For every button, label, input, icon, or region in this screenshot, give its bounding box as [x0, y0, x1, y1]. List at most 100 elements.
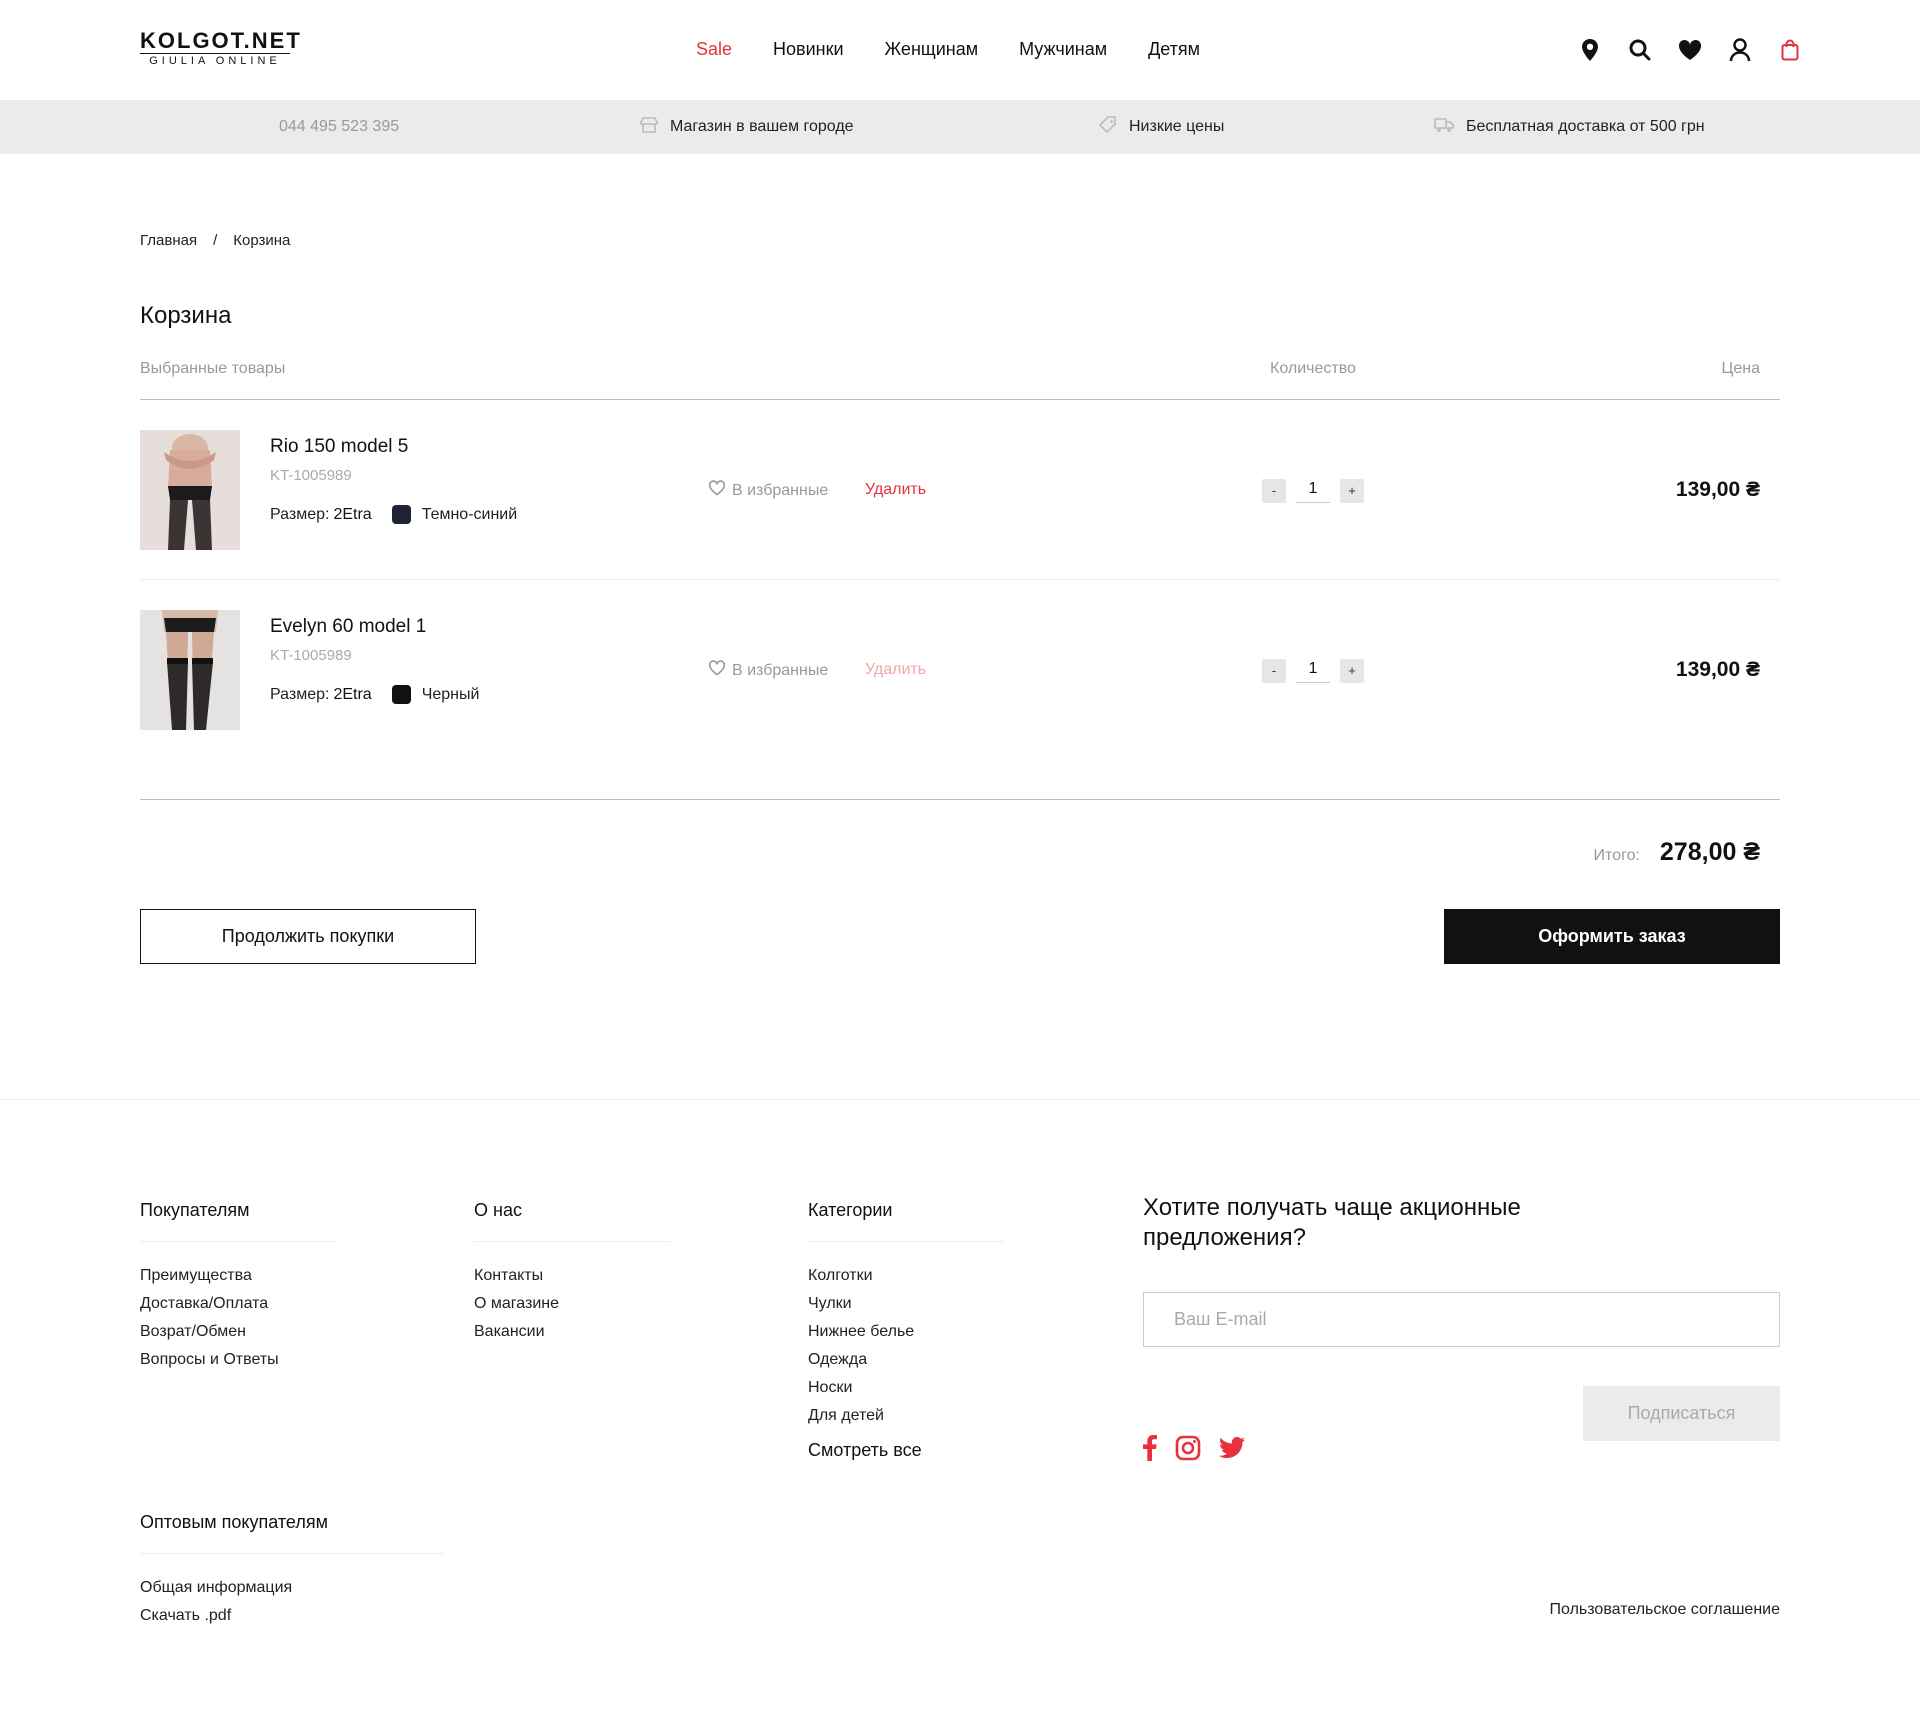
product-sku: KT-1005989 [270, 647, 352, 664]
footer-link[interactable]: Для детей [808, 1402, 1004, 1430]
quantity-value[interactable]: 1 [1296, 658, 1330, 683]
color-name: Черный [421, 685, 480, 703]
logo[interactable]: KOLGOT.NET GIULIA ONLINE [140, 30, 302, 67]
product-thumbnail[interactable] [140, 610, 240, 730]
footer-about: О нас Контакты О магазине Вакансии [474, 1200, 670, 1346]
info-store-label: Магазин в вашем городе [670, 118, 854, 135]
search-icon[interactable] [1615, 36, 1665, 64]
product-attributes: Размер: 2Etra Черный [270, 685, 479, 704]
cart-item: Evelyn 60 model 1 KT-1005989 Размер: 2Et… [140, 580, 1780, 760]
email-field[interactable]: Ваш E-mail [1143, 1292, 1780, 1347]
color-swatch [391, 505, 411, 524]
color-swatch [391, 685, 411, 704]
add-to-favorites-button[interactable]: В избранные [708, 480, 828, 501]
social-links [1143, 1435, 1245, 1466]
heart-outline-icon [708, 480, 726, 501]
subscribe-button[interactable]: Подписаться [1583, 1386, 1780, 1441]
footer-link[interactable]: Скачать .pdf [140, 1602, 444, 1630]
header-icons [1565, 36, 1815, 64]
nav-item-women[interactable]: Женщинам [885, 38, 979, 60]
quantity-stepper: - 1 + [1262, 658, 1364, 683]
item-price: 139,00 ₴ [1675, 478, 1760, 501]
user-icon[interactable] [1715, 36, 1765, 64]
nav-item-kids[interactable]: Детям [1148, 38, 1200, 60]
cart-bag-icon[interactable] [1765, 36, 1815, 64]
place-order-button[interactable]: Оформить заказ [1444, 909, 1780, 964]
info-delivery-label: Бесплатная доставка от 500 грн [1466, 118, 1705, 135]
logo-main-text: KOLGOT.NET [140, 28, 302, 53]
instagram-icon[interactable] [1175, 1435, 1201, 1466]
size-value: 2Etra [333, 685, 372, 703]
quantity-value[interactable]: 1 [1296, 478, 1330, 503]
user-agreement-link[interactable]: Пользовательское соглашение [1550, 1601, 1780, 1619]
quantity-decrease-button[interactable]: - [1262, 478, 1286, 503]
footer-about-title: О нас [474, 1200, 670, 1242]
product-name[interactable]: Evelyn 60 model 1 [270, 616, 426, 638]
footer-categories: Категории Колготки Чулки Нижнее белье Од… [808, 1200, 1004, 1461]
footer-link[interactable]: Колготки [808, 1262, 1004, 1290]
info-prices: Низкие цены [1098, 100, 1225, 154]
total-label: Итого: [1593, 847, 1640, 864]
footer-buyers-title: Покупателям [140, 1200, 336, 1242]
info-store: Магазин в вашем городе [640, 100, 854, 154]
color-name: Темно-синий [421, 505, 518, 523]
footer-link[interactable]: Одежда [808, 1346, 1004, 1374]
footer-link[interactable]: Доставка/Оплата [140, 1290, 336, 1318]
footer-link[interactable]: Вакансии [474, 1318, 670, 1346]
info-delivery: Бесплатная доставка от 500 грн [1434, 100, 1705, 154]
breadcrumb-home[interactable]: Главная [140, 232, 197, 249]
continue-shopping-button[interactable]: Продолжить покупки [140, 909, 476, 964]
product-sku: KT-1005989 [270, 467, 352, 484]
logo-sub-text: GIULIA ONLINE [140, 53, 290, 67]
footer-link[interactable]: Вопросы и Ответы [140, 1346, 336, 1374]
delete-button[interactable]: Удалить [865, 661, 926, 679]
see-all-link[interactable]: Смотреть все [808, 1440, 1004, 1461]
add-to-favorites-button[interactable]: В избранные [708, 660, 828, 681]
footer-link[interactable]: Нижнее белье [808, 1318, 1004, 1346]
footer-link[interactable]: Носки [808, 1374, 1004, 1402]
product-thumbnail[interactable] [140, 430, 240, 550]
cart-item: Rio 150 model 5 KT-1005989 Размер: 2Etra… [140, 400, 1780, 580]
footer-link[interactable]: Преимущества [140, 1262, 336, 1290]
footer-link[interactable]: О магазине [474, 1290, 670, 1318]
quantity-stepper: - 1 + [1262, 478, 1364, 503]
facebook-icon[interactable] [1143, 1435, 1157, 1466]
nav-item-sale[interactable]: Sale [696, 38, 732, 60]
footer-link[interactable]: Контакты [474, 1262, 670, 1290]
delivery-truck-icon [1434, 117, 1454, 138]
location-icon[interactable] [1565, 36, 1615, 64]
quantity-increase-button[interactable]: + [1340, 478, 1364, 503]
size-label: Размер: [270, 505, 330, 523]
breadcrumb-current: Корзина [233, 232, 291, 249]
breadcrumb-separator: / [213, 232, 218, 249]
heart-outline-icon [708, 660, 726, 681]
nav-item-men[interactable]: Мужчинам [1019, 38, 1107, 60]
store-icon [640, 116, 658, 138]
site-header: KOLGOT.NET GIULIA ONLINE Sale Новинки Же… [0, 0, 1920, 100]
item-price: 139,00 ₴ [1675, 658, 1760, 681]
page-title: Корзина [140, 302, 232, 329]
size-label: Размер: [270, 685, 330, 703]
footer-link[interactable]: Общая информация [140, 1574, 444, 1602]
quantity-increase-button[interactable]: + [1340, 658, 1364, 683]
phone-number[interactable]: 044 495 523 395 [279, 100, 399, 154]
heart-icon[interactable] [1665, 36, 1715, 64]
divider [140, 799, 1780, 800]
main-nav: Sale Новинки Женщинам Мужчинам Детям [696, 38, 1200, 60]
product-name[interactable]: Rio 150 model 5 [270, 436, 408, 458]
breadcrumb: Главная / Корзина [140, 232, 290, 249]
favorites-label: В избранные [732, 661, 829, 679]
column-header-quantity: Количество [1270, 360, 1356, 377]
delete-button[interactable]: Удалить [865, 481, 926, 499]
footer-wholesale-title: Оптовым покупателям [140, 1512, 444, 1554]
quantity-decrease-button[interactable]: - [1262, 658, 1286, 683]
twitter-icon[interactable] [1219, 1437, 1245, 1464]
info-prices-label: Низкие цены [1129, 118, 1225, 135]
footer-link[interactable]: Возрат/Обмен [140, 1318, 336, 1346]
footer-link[interactable]: Чулки [808, 1290, 1004, 1318]
nav-item-new[interactable]: Новинки [773, 38, 844, 60]
cart-total: Итого: 278,00 ₴ [1594, 838, 1780, 867]
size-value: 2Etra [333, 505, 372, 523]
footer-buyers: Покупателям Преимущества Доставка/Оплата… [140, 1200, 336, 1374]
total-value: 278,00 ₴ [1659, 838, 1760, 866]
